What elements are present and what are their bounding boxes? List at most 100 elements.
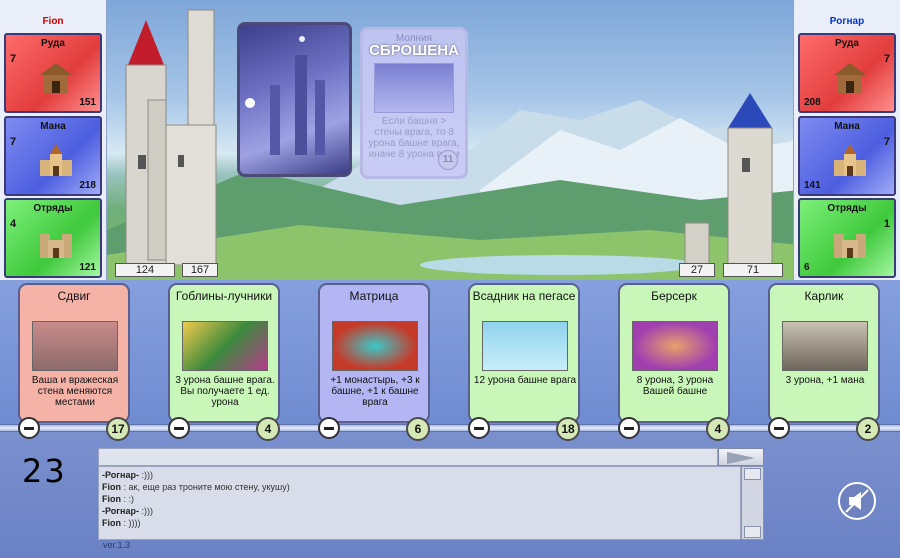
- resource-production: 7: [10, 53, 17, 65]
- card-cost: 6: [406, 417, 430, 441]
- card-cost: 4: [256, 417, 280, 441]
- chat-scrollbar[interactable]: [741, 466, 764, 540]
- hand-card-6[interactable]: Карлик 3 урона, +1 мана: [768, 283, 880, 423]
- minus-icon: [324, 427, 334, 430]
- hand-rail: [0, 424, 900, 432]
- discard-button[interactable]: [18, 417, 40, 439]
- left-mana-card: Мана 7 218: [4, 116, 102, 196]
- hand-card-5[interactable]: Берсерк 8 урона, 3 урона Вашей башне: [618, 283, 730, 423]
- card-title: Сдвиг: [57, 289, 91, 303]
- card-title: Гоблины-лучники: [175, 289, 273, 303]
- resource-production: 7: [883, 136, 890, 148]
- left-troops-card: Отряды 4 121: [4, 198, 102, 278]
- resource-production: 1: [883, 218, 890, 230]
- scroll-up-button[interactable]: [744, 468, 761, 480]
- resource-label: Руда: [835, 38, 859, 49]
- left-wall-hp: 167: [182, 263, 218, 277]
- discard-button[interactable]: [168, 417, 190, 439]
- sound-off-icon: [845, 489, 869, 513]
- card-description: 3 урона башне врага. Вы получаете 1 ед. …: [175, 375, 275, 408]
- castle-night-art: [245, 36, 325, 155]
- turn-timer: 23: [22, 452, 67, 490]
- chat-message: -Рогнар- :))): [102, 506, 153, 516]
- hand-card-1[interactable]: Сдвиг Ваша и вражеская стена меняются ме…: [18, 283, 130, 423]
- resource-amount: 121: [79, 262, 96, 273]
- scroll-down-button[interactable]: [744, 526, 761, 538]
- resource-label: Отряды: [827, 203, 867, 214]
- discarded-stamp: СБРОШЕНА: [369, 42, 459, 59]
- discard-button[interactable]: [618, 417, 640, 439]
- discarded-card: Молния СБРОШЕНА Если башня > стены врага…: [360, 27, 468, 179]
- barracks-icon: [40, 234, 72, 258]
- discard-button[interactable]: [318, 417, 340, 439]
- card-description: Ваша и вражеская стена меняются местами: [31, 375, 119, 408]
- left-ore-card: Руда 7 151: [4, 33, 102, 113]
- resource-amount: 6: [804, 262, 810, 273]
- resource-label: Мана: [834, 121, 860, 132]
- chat-input[interactable]: [98, 448, 718, 466]
- mine-icon: [40, 63, 72, 93]
- goblin-archers-art: [182, 321, 268, 371]
- minus-icon: [24, 427, 34, 430]
- right-tower-hp: 71: [723, 263, 783, 277]
- card-title: Матрица: [349, 289, 399, 303]
- send-button[interactable]: [718, 448, 764, 466]
- card-description: 12 урона башне врага: [473, 375, 577, 386]
- pegasus-rider-art: [482, 321, 568, 371]
- resource-amount: 218: [79, 180, 96, 191]
- sound-toggle-button[interactable]: [838, 482, 876, 520]
- right-player-panel: Рогнар Руда 7 208 Мана 7 141 Отряды 1 6: [793, 0, 900, 280]
- right-castle: [684, 93, 773, 269]
- temple-icon: [834, 144, 866, 176]
- card-cost: 17: [106, 417, 130, 441]
- right-wall-hp: 27: [679, 263, 715, 277]
- resource-amount: 151: [79, 97, 96, 108]
- discard-button[interactable]: [468, 417, 490, 439]
- hand-card-3[interactable]: Матрица +1 монастырь, +3 к башне, +1 к б…: [318, 283, 430, 423]
- card-title: Берсерк: [651, 289, 697, 303]
- card-description: +1 монастырь, +3 к башне, +1 к башне вра…: [330, 375, 420, 408]
- left-player-panel: Fion Руда 7 151 Мана 7 218 Отряды 4 121: [0, 0, 107, 280]
- bottom-panel: 23 -Рогнар- :))) Fion : ак, еще раз трон…: [0, 432, 900, 558]
- mine-icon: [834, 63, 866, 93]
- card-cost: 4: [706, 417, 730, 441]
- temple-icon: [40, 144, 72, 176]
- card-title: Карлик: [804, 289, 844, 303]
- chat-message: Fion : )))): [102, 518, 141, 528]
- hand-card-2[interactable]: Гоблины-лучники 3 урона башне врага. Вы …: [168, 283, 280, 423]
- resource-label: Руда: [41, 38, 65, 49]
- resource-production: 7: [10, 136, 17, 148]
- resource-label: Мана: [40, 121, 66, 132]
- minus-icon: [624, 427, 634, 430]
- card-cost: 18: [556, 417, 580, 441]
- left-castle: [125, 9, 217, 265]
- right-player-name: Рогнар: [829, 16, 865, 27]
- minus-icon: [474, 427, 484, 430]
- berserker-art: [632, 321, 718, 371]
- deck-card-back: [237, 22, 352, 177]
- chat-message: Fion : ак, еще раз троните мою стену, ук…: [102, 482, 290, 492]
- minus-icon: [174, 427, 184, 430]
- buildings-art: [32, 321, 118, 371]
- right-troops-card: Отряды 1 6: [798, 198, 896, 278]
- barracks-icon: [834, 234, 866, 258]
- resource-production: 7: [883, 53, 890, 65]
- card-title: Всадник на пегасе: [472, 289, 576, 303]
- left-tower-hp: 124: [115, 263, 175, 277]
- chat-message: Fion : :): [102, 494, 134, 504]
- resource-amount: 208: [804, 97, 821, 108]
- left-player-name: Fion: [42, 16, 64, 27]
- chat-log: -Рогнар- :))) Fion : ак, еще раз троните…: [98, 466, 741, 540]
- discard-button[interactable]: [768, 417, 790, 439]
- hand-card-4[interactable]: Всадник на пегасе 12 урона башне врага: [468, 283, 580, 423]
- card-description: 3 урона, +1 мана: [785, 375, 865, 386]
- discarded-card-cost: 11: [438, 150, 458, 170]
- send-arrow-icon: [727, 452, 755, 464]
- lightning-icon: [374, 63, 454, 113]
- right-ore-card: Руда 7 208: [798, 33, 896, 113]
- card-hand: Сдвиг Ваша и вражеская стена меняются ме…: [0, 280, 900, 441]
- resource-production: 4: [10, 218, 17, 230]
- card-cost: 2: [856, 417, 880, 441]
- right-mana-card: Мана 7 141: [798, 116, 896, 196]
- chat-message: -Рогнар- :))): [102, 470, 153, 480]
